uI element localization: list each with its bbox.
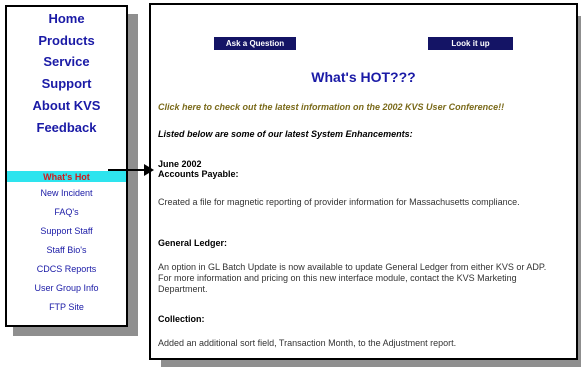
nav-service[interactable]: Service xyxy=(7,54,126,70)
section-text: Created a file for magnetic reporting of… xyxy=(158,197,520,207)
nav-feedback[interactable]: Feedback xyxy=(7,120,126,136)
nav-staff-bios[interactable]: Staff Bio's xyxy=(7,244,126,256)
nav-ftp-site[interactable]: FTP Site xyxy=(7,301,126,313)
conference-link[interactable]: Click here to check out the latest infor… xyxy=(158,102,504,112)
page-title: What's HOT??? xyxy=(311,69,416,85)
look-it-up-button[interactable]: Look it up xyxy=(428,37,513,50)
nav-home[interactable]: Home xyxy=(7,11,126,27)
nav-support-staff[interactable]: Support Staff xyxy=(7,225,126,237)
date-heading: June 2002 xyxy=(158,159,202,169)
section-heading: Collection: xyxy=(158,314,205,324)
nav-support[interactable]: Support xyxy=(7,76,126,92)
nav-products[interactable]: Products xyxy=(7,33,126,49)
nav-about-kvs[interactable]: About KVS xyxy=(7,98,126,114)
content-panel: Ask a Question Look it up What's HOT??? … xyxy=(149,3,578,360)
section-text: Added an additional sort field, Transact… xyxy=(158,338,457,348)
nav-cdcs-reports[interactable]: CDCS Reports xyxy=(7,263,126,275)
section-text: An option in GL Batch Update is now avai… xyxy=(158,262,547,294)
ask-question-button[interactable]: Ask a Question xyxy=(214,37,296,50)
nav-faqs[interactable]: FAQ's xyxy=(7,206,126,218)
nav-new-incident[interactable]: New Incident xyxy=(7,187,126,199)
pointer-arrow-icon xyxy=(108,164,154,176)
nav-user-group-info[interactable]: User Group Info xyxy=(7,282,126,294)
section-heading: Accounts Payable: xyxy=(158,169,239,179)
enhancements-intro: Listed below are some of our latest Syst… xyxy=(158,129,413,139)
section-heading: General Ledger: xyxy=(158,238,228,248)
